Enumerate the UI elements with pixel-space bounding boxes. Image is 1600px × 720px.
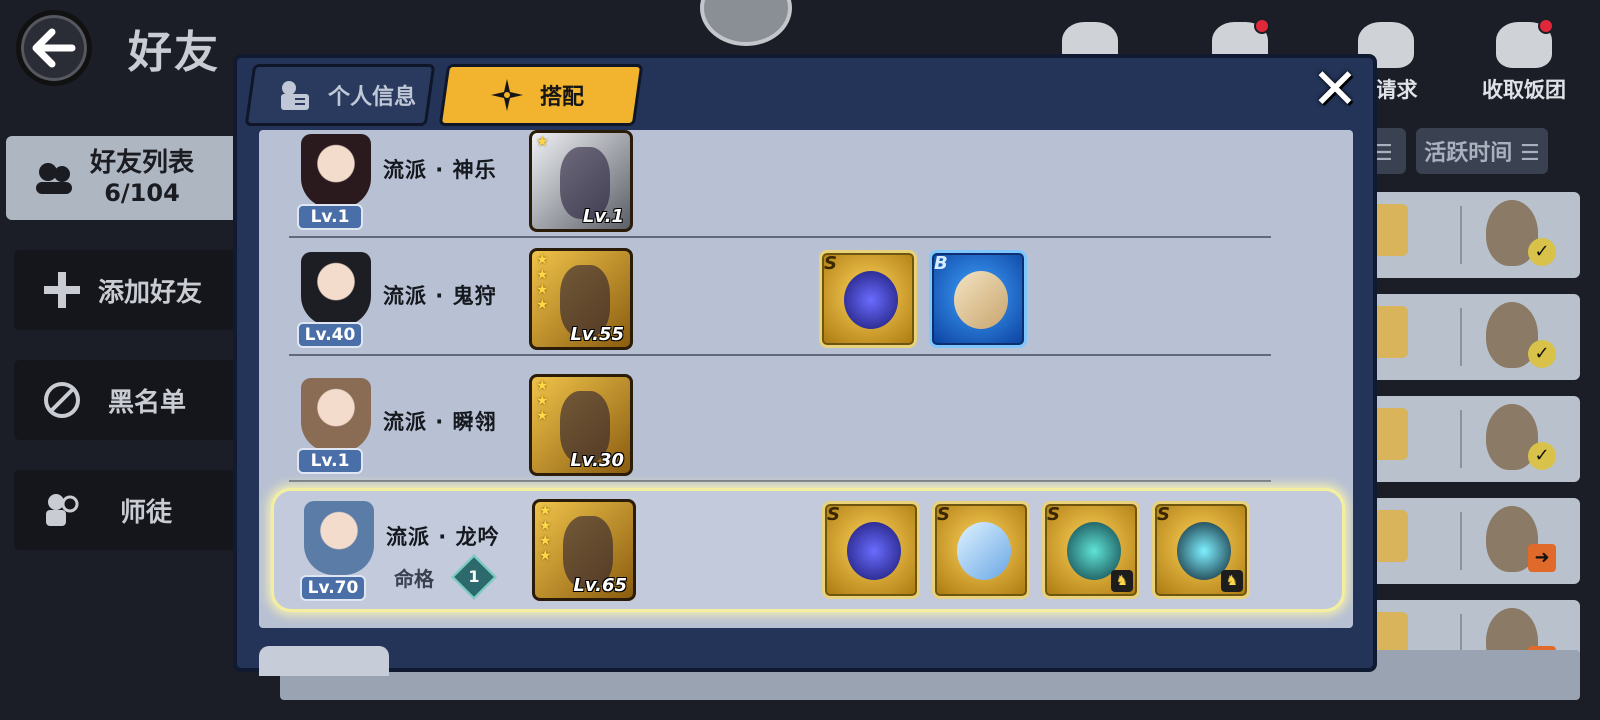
loadout-row[interactable]: Lv.1 流派 · 神乐 ★ Lv.1: [259, 130, 1353, 238]
friend-count: 6/104: [104, 179, 180, 207]
weapon-slot[interactable]: ★ ★ ★ ★ Lv.55: [529, 248, 633, 350]
character-portrait: [304, 501, 374, 575]
orb-icon: [844, 271, 898, 329]
back-arrow-icon: [32, 28, 76, 68]
style-name: 流派 · 神乐: [383, 158, 497, 182]
sidebar-item-friend-list[interactable]: 好友列表 6/104: [6, 136, 246, 220]
profile-card-icon: [274, 77, 316, 113]
page-title: 好友: [128, 27, 220, 78]
grade-label: S: [824, 253, 837, 274]
row-divider: [289, 480, 1271, 482]
weapon-level: Lv.65: [573, 575, 627, 596]
scroll-icon: [954, 271, 1008, 329]
friend-row-actions: ✓: [1350, 192, 1580, 278]
crystal-icon: [957, 522, 1011, 580]
star-icon: ★ ★ ★: [536, 378, 549, 424]
weapon-level: Lv.55: [570, 324, 624, 345]
sidebar-item-add-friend[interactable]: 添加好友: [14, 250, 246, 330]
weapon-level: Lv.1: [582, 206, 624, 227]
notification-dot: [1538, 18, 1554, 34]
star-icon: ★ ★ ★ ★: [539, 503, 552, 564]
equipment-slot[interactable]: S: [932, 501, 1030, 599]
mingge-value: 1: [468, 567, 480, 586]
close-button[interactable]: ✕: [1305, 62, 1365, 122]
shuriken-icon: [486, 77, 528, 113]
equipment-slot[interactable]: S: [822, 501, 920, 599]
tab-personal-info[interactable]: 个人信息: [244, 64, 436, 126]
character-level: Lv.40: [297, 322, 363, 348]
style-name: 流派 · 龙吟: [386, 525, 500, 549]
star-icon: ★: [536, 134, 549, 150]
top-button-label: 收取饭团: [1482, 78, 1566, 102]
star-icon: ★ ★ ★ ★: [536, 252, 549, 313]
divider: [1460, 206, 1462, 264]
sidebar-item-label: 师徒: [120, 497, 173, 528]
character-level: Lv.70: [300, 575, 366, 601]
character-portrait: [301, 252, 371, 326]
notification-dot: [1254, 18, 1270, 34]
sort-header-active-time[interactable]: 活跃时间 ☰: [1416, 128, 1548, 174]
bonus-icon: ♞: [1221, 570, 1243, 592]
block-icon: [40, 380, 84, 420]
rice-ball-icon: [1496, 18, 1554, 68]
grade-label: S: [937, 504, 950, 525]
send-arrow-icon: ➜: [1528, 544, 1556, 572]
friends-icon: [32, 158, 76, 198]
loadout-row[interactable]: Lv.40 流派 · 鬼狩 ★ ★ ★ ★ Lv.55 S B: [259, 238, 1353, 356]
grade-label: S: [1047, 504, 1060, 525]
equipment-slot[interactable]: B: [929, 250, 1027, 348]
sidebar-item-mentor[interactable]: 师徒: [14, 470, 246, 550]
character-level: Lv.1: [297, 448, 363, 474]
tab-loadout[interactable]: 搭配: [438, 64, 644, 126]
grade-label: S: [1157, 504, 1170, 525]
sidebar-item-label: 好友列表: [90, 148, 195, 178]
friend-row-actions: ➜: [1350, 498, 1580, 584]
check-icon: ✓: [1528, 238, 1556, 266]
orb-icon: [847, 522, 901, 580]
style-name: 流派 · 瞬翎: [383, 410, 497, 434]
sidebar-item-label: 添加好友: [98, 277, 203, 308]
plus-icon: [40, 270, 84, 310]
friend-row-actions: ✓: [1350, 396, 1580, 482]
loadout-row[interactable]: Lv.70 流派 · 龙吟 命格 1 ★ ★ ★ ★ Lv.65 S S S ♞ S ♞: [271, 488, 1345, 612]
friend-list-actions: ✓✓✓➜➜: [1350, 192, 1580, 702]
equipment-slot[interactable]: S: [819, 250, 917, 348]
equipment-slot[interactable]: S ♞: [1152, 501, 1250, 599]
equipment-slot[interactable]: S ♞: [1042, 501, 1140, 599]
weapon-slot[interactable]: ★ ★ ★ Lv.30: [529, 374, 633, 476]
footer-tab: [259, 646, 389, 676]
check-icon: ✓: [1528, 340, 1556, 368]
character-level: Lv.1: [297, 204, 363, 230]
grade-label: S: [827, 504, 840, 525]
grade-label: B: [934, 253, 948, 274]
top-button-rice-ball[interactable]: 收取饭团: [1464, 18, 1584, 104]
character-portrait: [301, 134, 371, 208]
loadout-row[interactable]: Lv.1 流派 · 瞬翎 ★ ★ ★ Lv.30: [259, 364, 1353, 482]
sidebar: 好友列表 6/104 添加好友 黑名单 师徒: [6, 136, 246, 580]
style-name: 流派 · 鬼狩: [383, 284, 497, 308]
back-button[interactable]: [16, 10, 92, 86]
divider: [1460, 308, 1462, 366]
sidebar-item-blacklist[interactable]: 黑名单: [14, 360, 246, 440]
character-portrait: [301, 378, 371, 452]
mingge-label: 命格: [394, 567, 434, 591]
tab-label: 个人信息: [328, 85, 417, 110]
weapon-level: Lv.30: [570, 450, 624, 471]
bonus-icon: ♞: [1111, 570, 1133, 592]
friend-detail-modal: 个人信息 搭配 ✕ Lv.1 流派 · 神乐 ★ Lv.1 Lv.40 流派 · 鬼狩 ★ ★…: [233, 54, 1377, 676]
tab-label: 搭配: [540, 85, 585, 110]
row-divider: [289, 354, 1271, 356]
divider: [1460, 410, 1462, 468]
loadout-list: Lv.1 流派 · 神乐 ★ Lv.1 Lv.40 流派 · 鬼狩 ★ ★ ★ ★ Lv.55 S B L…: [259, 130, 1353, 628]
mingge-badge: 1: [451, 554, 497, 600]
check-icon: ✓: [1528, 442, 1556, 470]
friend-row-actions: ✓: [1350, 294, 1580, 380]
player-avatar[interactable]: [700, 0, 792, 46]
weapon-slot[interactable]: ★ Lv.1: [529, 130, 633, 232]
weapon-slot[interactable]: ★ ★ ★ ★ Lv.65: [532, 499, 636, 601]
divider: [1460, 512, 1462, 570]
sidebar-item-label: 黑名单: [108, 387, 187, 418]
mentor-icon: [40, 490, 84, 530]
